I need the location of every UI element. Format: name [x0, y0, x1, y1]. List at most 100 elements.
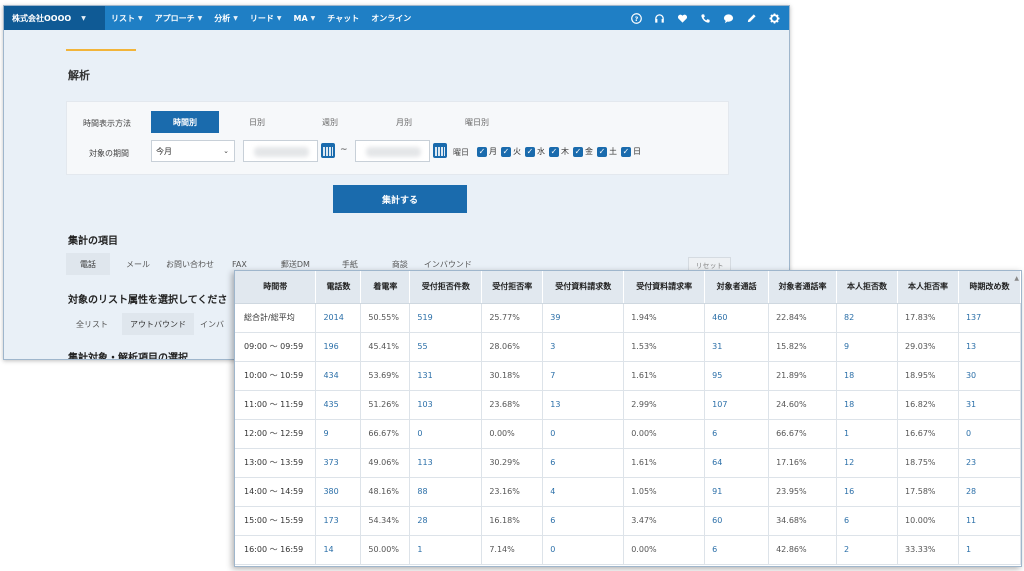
nav-item-analysis[interactable]: 分析 ▼	[208, 6, 244, 30]
weekday-checkbox-wed[interactable]: ✓ 水	[525, 146, 545, 157]
count-link-cell[interactable]: 60	[704, 506, 770, 536]
end-date-input[interactable]	[355, 140, 430, 162]
headset-icon[interactable]	[653, 12, 666, 25]
count-link-cell[interactable]: 13	[542, 390, 625, 420]
time-slot-cell: 16:00 ～ 16:59	[235, 535, 317, 565]
nav-item-lead[interactable]: リード ▼	[244, 6, 288, 30]
count-link-cell[interactable]: 23	[958, 448, 1021, 478]
count-link-cell[interactable]: 460	[704, 303, 770, 333]
help-icon[interactable]: ?	[630, 12, 643, 25]
period-select[interactable]: 今月 ⌄	[151, 140, 235, 162]
pencil-icon[interactable]	[745, 12, 758, 25]
count-link-cell[interactable]: 6	[542, 448, 625, 478]
nav-item-approach[interactable]: アプローチ ▼	[149, 6, 209, 30]
count-link-cell[interactable]: 380	[315, 477, 362, 507]
gear-icon[interactable]	[768, 12, 781, 25]
tab-phone[interactable]: 電話	[66, 253, 110, 275]
count-link-cell[interactable]: 107	[704, 390, 770, 420]
count-link-cell[interactable]: 6	[836, 506, 898, 536]
count-link-cell[interactable]: 0	[542, 419, 625, 449]
count-link-cell[interactable]: 39	[542, 303, 625, 333]
count-link-cell[interactable]: 88	[409, 477, 483, 507]
count-link-cell[interactable]: 91	[704, 477, 770, 507]
weekday-checkbox-thu[interactable]: ✓ 木	[549, 146, 569, 157]
heart-icon[interactable]	[676, 12, 689, 25]
count-link-cell[interactable]: 18	[836, 390, 898, 420]
count-link-cell[interactable]: 31	[704, 332, 770, 362]
count-link-cell[interactable]: 82	[836, 303, 898, 333]
weekday-checkbox-fri[interactable]: ✓ 金	[573, 146, 593, 157]
count-link-cell[interactable]: 1	[958, 535, 1021, 565]
aggregate-button[interactable]: 集計する	[333, 185, 467, 213]
count-link-cell[interactable]: 434	[315, 361, 362, 391]
count-link-cell[interactable]: 2	[836, 535, 898, 565]
count-link-cell[interactable]: 55	[409, 332, 483, 362]
count-link-cell[interactable]: 103	[409, 390, 483, 420]
count-link-cell[interactable]: 11	[958, 506, 1021, 536]
count-link-cell[interactable]: 6	[704, 535, 770, 565]
segment-monthly[interactable]: 月別	[396, 111, 412, 133]
rate-cell: 1.05%	[623, 477, 706, 507]
count-link-cell[interactable]: 28	[409, 506, 483, 536]
count-link-cell[interactable]: 30	[958, 361, 1021, 391]
segment-daily[interactable]: 日別	[249, 111, 265, 133]
tab-inbound-list[interactable]: インバ	[200, 313, 224, 335]
count-link-cell[interactable]: 373	[315, 448, 362, 478]
phone-icon[interactable]	[699, 12, 712, 25]
count-link-cell[interactable]: 196	[315, 332, 362, 362]
company-menu[interactable]: 株式会社OOOO ▼	[4, 6, 105, 30]
count-link-cell[interactable]: 13	[958, 332, 1021, 362]
count-link-cell[interactable]: 137	[958, 303, 1021, 333]
column-header: 受付拒否件数	[409, 271, 483, 304]
count-link-cell[interactable]: 95	[704, 361, 770, 391]
count-link-cell[interactable]: 0	[409, 419, 483, 449]
count-link-cell[interactable]: 9	[315, 419, 362, 449]
nav-item-ma[interactable]: MA ▼	[288, 6, 322, 30]
count-link-cell[interactable]: 0	[958, 419, 1021, 449]
count-link-cell[interactable]: 16	[836, 477, 898, 507]
tab-all-lists[interactable]: 全リスト	[76, 313, 108, 335]
start-date-input[interactable]	[243, 140, 318, 162]
count-link-cell[interactable]: 64	[704, 448, 770, 478]
tab-inquiry[interactable]: お問い合わせ	[166, 253, 214, 275]
count-link-cell[interactable]: 6	[704, 419, 770, 449]
weekday-checkbox-sat[interactable]: ✓ 土	[597, 146, 617, 157]
count-link-cell[interactable]: 31	[958, 390, 1021, 420]
weekday-checkbox-mon[interactable]: ✓ 月	[477, 146, 497, 157]
count-link-cell[interactable]: 9	[836, 332, 898, 362]
rate-cell: 54.34%	[360, 506, 411, 536]
segment-weekly[interactable]: 週別	[322, 111, 338, 133]
nav-item-list[interactable]: リスト ▼	[105, 6, 149, 30]
count-link-cell[interactable]: 0	[542, 535, 625, 565]
calendar-icon[interactable]	[433, 143, 447, 158]
segment-hourly[interactable]: 時間別	[151, 111, 219, 133]
count-link-cell[interactable]: 1	[836, 419, 898, 449]
count-link-cell[interactable]: 7	[542, 361, 625, 391]
count-link-cell[interactable]: 28	[958, 477, 1021, 507]
count-link-cell[interactable]: 6	[542, 506, 625, 536]
nav-item-chat[interactable]: チャット	[321, 6, 365, 30]
count-link-cell[interactable]: 173	[315, 506, 362, 536]
count-link-cell[interactable]: 1	[409, 535, 483, 565]
count-link-cell[interactable]: 3	[542, 332, 625, 362]
count-link-cell[interactable]: 2014	[315, 303, 362, 333]
tab-outbound[interactable]: アウトバウンド	[122, 313, 194, 335]
count-link-cell[interactable]: 4	[542, 477, 625, 507]
rate-cell: 17.16%	[768, 448, 838, 478]
count-link-cell[interactable]: 519	[409, 303, 483, 333]
tab-email[interactable]: メール	[126, 253, 150, 275]
count-link-cell[interactable]: 435	[315, 390, 362, 420]
weekday-label: 曜日	[453, 148, 469, 157]
segment-weekday[interactable]: 曜日別	[465, 111, 489, 133]
count-link-cell[interactable]: 18	[836, 361, 898, 391]
weekday-checkbox-tue[interactable]: ✓ 火	[501, 146, 521, 157]
calendar-icon[interactable]	[321, 143, 335, 158]
weekday-checkbox-sun[interactable]: ✓ 日	[621, 146, 641, 157]
count-link-cell[interactable]: 12	[836, 448, 898, 478]
count-link-cell[interactable]: 131	[409, 361, 483, 391]
chat-bubble-icon[interactable]	[722, 12, 735, 25]
count-link-cell[interactable]: 113	[409, 448, 483, 478]
nav-item-online[interactable]: オンライン	[365, 6, 417, 30]
scroll-up-icon[interactable]: ▲	[1014, 275, 1019, 282]
count-link-cell[interactable]: 14	[315, 535, 362, 565]
